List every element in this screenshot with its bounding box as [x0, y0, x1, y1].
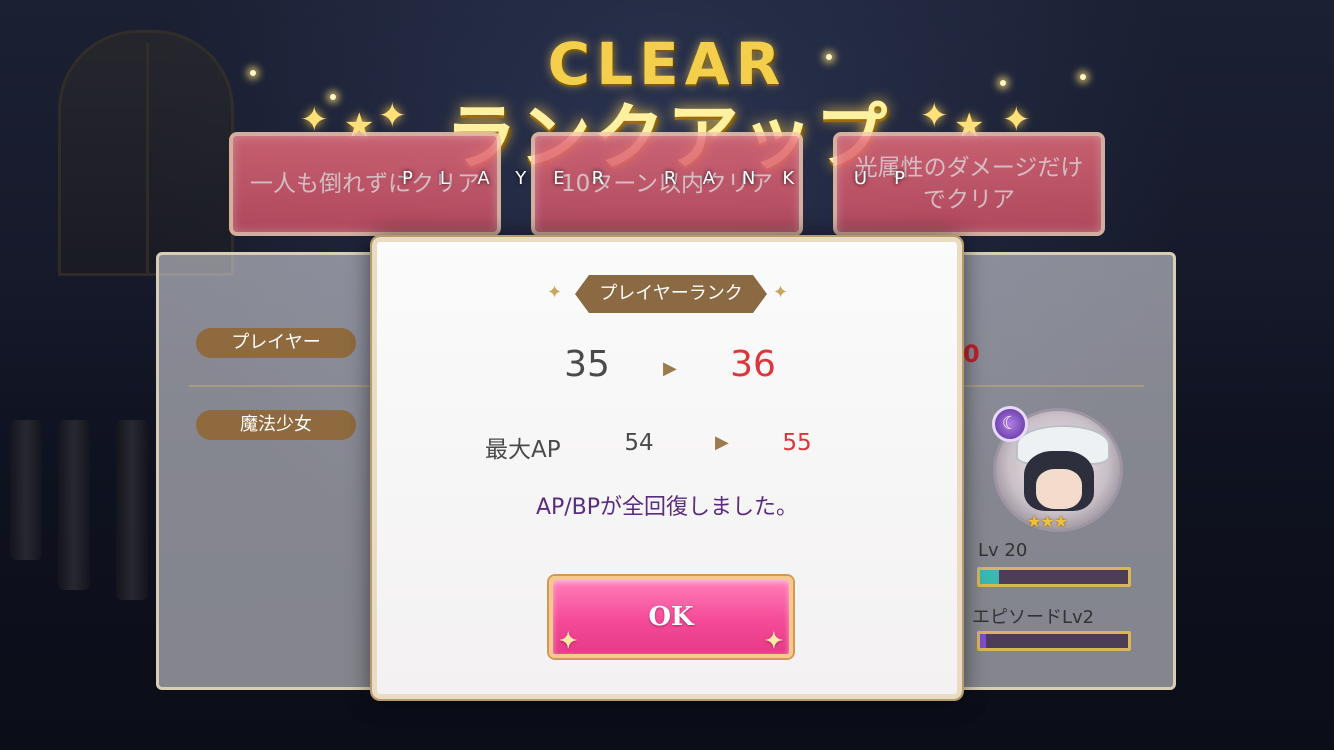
- arrow-right-icon: ▶: [715, 432, 729, 453]
- rank-old-value: 35: [564, 344, 610, 385]
- ok-button-label: OK: [648, 602, 694, 632]
- ap-old-value: 54: [624, 430, 654, 456]
- ornament-icon: ✦: [547, 282, 563, 303]
- episode-gauge: [977, 631, 1131, 651]
- ornament-icon: ✦: [559, 628, 578, 654]
- dialog-header: プレイヤーランク: [575, 275, 767, 313]
- background-pillar: [58, 420, 90, 590]
- divider: [189, 385, 379, 387]
- level-label: Lv 20: [978, 540, 1028, 561]
- rank-up-dialog: ✦ プレイヤーランク ✦ 35 ▶ 36 最大AP 54 ▶ 55 AP/BPが…: [372, 237, 962, 699]
- avatar-face: [1036, 469, 1082, 509]
- moon-icon: ☾: [992, 406, 1028, 442]
- divider: [964, 385, 1144, 387]
- arrow-right-icon: ▶: [663, 358, 677, 379]
- level-gauge: [977, 567, 1131, 587]
- max-ap-label: 最大AP: [485, 437, 561, 463]
- ok-button[interactable]: ✦ OK ✦: [549, 576, 793, 658]
- ornament-icon: ✦: [764, 628, 783, 654]
- episode-gauge-fill: [980, 634, 986, 648]
- recovery-message: AP/BPが全回復しました。: [535, 495, 799, 520]
- background-pillar: [116, 420, 148, 600]
- rank-new-value: 36: [730, 344, 776, 385]
- rarity-stars: ★★★: [1027, 512, 1068, 531]
- partial-value: 0: [963, 340, 980, 368]
- ap-new-value: 55: [782, 430, 812, 456]
- magical-girl-label: 魔法少女: [196, 410, 356, 440]
- title-subtitle: PLAYER RANK UP: [402, 168, 932, 189]
- background-pillar: [10, 420, 42, 560]
- level-gauge-fill: [980, 570, 1000, 584]
- player-label: プレイヤー: [196, 328, 356, 358]
- episode-label: エピソードLv2: [972, 607, 1095, 628]
- ornament-icon: ✦: [773, 282, 789, 303]
